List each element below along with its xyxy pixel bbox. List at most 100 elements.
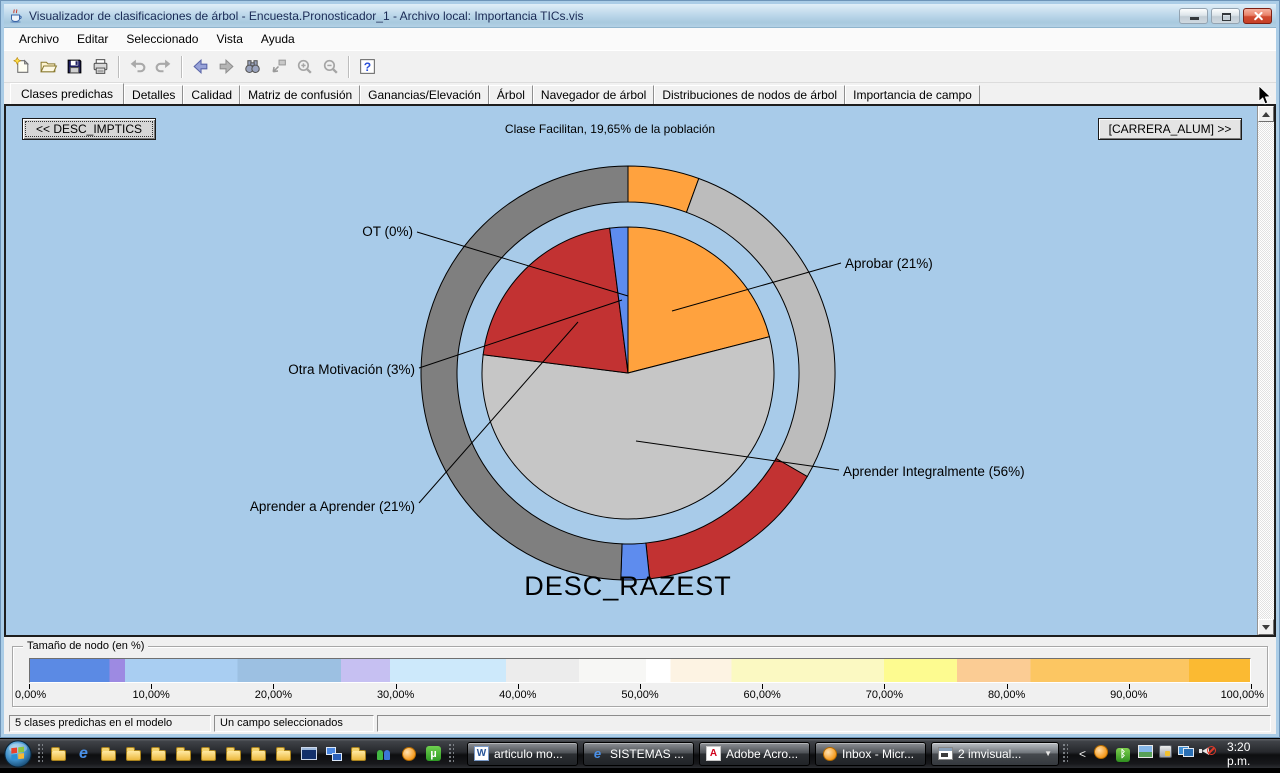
quick-launch-folder-icon[interactable]	[50, 745, 67, 762]
tab-navegador-de-arbol[interactable]: Navegador de árbol	[533, 85, 654, 104]
tab-distribuciones-de-nodos-de-arbol[interactable]: Distribuciones de nodos de árbol	[654, 85, 845, 104]
forward-icon[interactable]	[213, 54, 239, 80]
tray-volume-muted-icon[interactable]	[1200, 743, 1216, 764]
callout-label-otra-motivacion-3: Otra Motivación (3%)	[288, 362, 415, 377]
taskbar-grip[interactable]	[38, 744, 43, 764]
scrollbar-track[interactable]	[1258, 122, 1274, 619]
menu-seleccionado[interactable]: Seleccionado	[117, 28, 207, 50]
title-bar[interactable]: Visualizador de clasificaciones de árbol…	[4, 4, 1276, 28]
undo-icon[interactable]	[124, 54, 150, 80]
toolbar-separator	[118, 56, 119, 78]
triangle-up-icon	[1262, 112, 1270, 117]
menu-vista[interactable]: Vista	[207, 28, 251, 50]
taskbar-button-sistemas[interactable]: eSISTEMAS ...	[583, 742, 694, 766]
svg-text:?: ?	[363, 60, 370, 74]
vertical-scrollbar[interactable]	[1257, 106, 1274, 635]
find-icon[interactable]	[239, 54, 265, 80]
quick-launch-terminal-icon[interactable]	[300, 745, 317, 762]
quick-launch-ie-icon[interactable]: e	[75, 745, 92, 762]
zoom-out-icon[interactable]	[317, 54, 343, 80]
quick-launch-outlook-icon[interactable]	[400, 745, 417, 762]
maximize-button[interactable]	[1211, 8, 1240, 24]
tick-label: 20,00%	[255, 689, 292, 701]
scroll-up-button[interactable]	[1258, 106, 1274, 122]
tab-clases-predichas[interactable]: Clases predichas	[10, 83, 124, 104]
tab-detalles[interactable]: Detalles	[124, 85, 183, 104]
chart-field-label: DESC_RAZEST	[524, 571, 732, 601]
tick-label: 0,00%	[15, 689, 46, 701]
taskbar-button-label: SISTEMAS ...	[610, 747, 687, 761]
tray-reminder-icon[interactable]	[1093, 744, 1109, 764]
outer-ring-segment-0[interactable]	[628, 166, 699, 212]
taskbar-button-inbox-micr[interactable]: Inbox - Micr...	[815, 742, 926, 766]
menu-bar: ArchivoEditarSeleccionadoVistaAyuda	[4, 28, 1276, 50]
tick-label: 100,00%	[1221, 689, 1264, 701]
taskbar-clock: 3:20 p.m.	[1227, 740, 1270, 768]
tray-usb-icon[interactable]	[1159, 745, 1172, 763]
chart-panel: Clase Facilitan, 19,65% de la población …	[4, 104, 1276, 637]
tray-chevron[interactable]: <	[1079, 747, 1086, 761]
quick-launch-folder-icon[interactable]	[225, 745, 242, 762]
node-size-axis: 0,00%10,00%20,00%30,00%40,00%50,00%60,00…	[29, 684, 1251, 704]
tab-importancia-de-campo[interactable]: Importancia de campo	[845, 85, 980, 104]
minimize-button[interactable]	[1179, 8, 1208, 24]
triangle-down-icon	[1262, 625, 1270, 630]
zoom-in-icon[interactable]	[291, 54, 317, 80]
java-app-icon	[8, 8, 24, 24]
taskbar-button-articulo-mo[interactable]: Warticulo mo...	[467, 742, 578, 766]
tray-network-icon[interactable]	[1178, 745, 1194, 763]
notification-area: < ᛒ 3:20 p.m.	[1059, 740, 1280, 768]
quick-launch-folder-icon[interactable]	[200, 745, 217, 762]
taskbar-grip[interactable]	[449, 744, 454, 764]
status-cell-empty	[377, 715, 1271, 732]
callout-label-aprender-integralmente-56: Aprender Integralmente (56%)	[843, 464, 1025, 479]
tick-label: 60,00%	[744, 689, 781, 701]
menu-archivo[interactable]: Archivo	[10, 28, 68, 50]
chevron-down-icon: ▼	[1044, 749, 1052, 758]
node-size-panel: Tamaño de nodo (en %) 0,00%10,00%20,00%3…	[4, 637, 1276, 713]
back-icon[interactable]	[187, 54, 213, 80]
taskbar: e µ Warticulo mo...eSISTEMAS ...AAdobe Ac…	[0, 738, 1280, 768]
quick-launch-folder-icon[interactable]	[100, 745, 117, 762]
quick-launch-folder-icon[interactable]	[175, 745, 192, 762]
start-button[interactable]	[4, 740, 32, 768]
quick-launch-utorrent-icon[interactable]: µ	[425, 745, 442, 762]
quick-launch-folder-icon[interactable]	[150, 745, 167, 762]
node-size-groupbox: Tamaño de nodo (en %) 0,00%10,00%20,00%3…	[12, 646, 1268, 707]
help-icon[interactable]: ?	[354, 54, 380, 80]
tray-bluetooth-icon[interactable]: ᛒ	[1115, 744, 1131, 763]
redo-icon[interactable]	[150, 54, 176, 80]
callout-label-aprobar-21: Aprobar (21%)	[845, 256, 933, 271]
taskbar-button-adobe-acro[interactable]: AAdobe Acro...	[699, 742, 810, 766]
open-icon[interactable]	[35, 54, 61, 80]
quick-launch-folder-icon[interactable]	[250, 745, 267, 762]
close-button[interactable]	[1243, 8, 1272, 24]
new-file-icon[interactable]	[9, 54, 35, 80]
menu-editar[interactable]: Editar	[68, 28, 117, 50]
print-icon[interactable]	[87, 54, 113, 80]
menu-ayuda[interactable]: Ayuda	[252, 28, 304, 50]
quick-launch-folder-icon[interactable]	[125, 745, 142, 762]
tab-ganancias-elevacion[interactable]: Ganancias/Elevación	[360, 85, 489, 104]
taskbar-button-label: Adobe Acro...	[726, 747, 803, 761]
tick-label: 10,00%	[133, 689, 170, 701]
taskbar-button-2-imvisual[interactable]: 2 imvisual...▼	[931, 742, 1059, 766]
scroll-down-button[interactable]	[1258, 619, 1274, 635]
tray-photos-icon[interactable]	[1137, 744, 1153, 764]
quick-launch-messenger-icon[interactable]	[375, 745, 392, 762]
taskbar-grip[interactable]	[1063, 744, 1068, 764]
zoom-window-icon[interactable]	[265, 54, 291, 80]
node-size-gradient-bar	[29, 658, 1251, 683]
tab-arbol[interactable]: Árbol	[489, 85, 533, 104]
tab-strip: Clases predichasDetallesCalidadMatriz de…	[4, 83, 1276, 104]
tab-matriz-de-confusion[interactable]: Matriz de confusión	[240, 85, 360, 104]
quick-launch-switcher-icon[interactable]	[325, 745, 342, 762]
quick-launch-folder-icon[interactable]	[350, 745, 367, 762]
callout-label-ot-0: OT (0%)	[362, 224, 413, 239]
tab-calidad[interactable]: Calidad	[183, 85, 240, 104]
toolbar-separator	[181, 56, 182, 78]
app-window: Visualizador de clasificaciones de árbol…	[0, 0, 1280, 738]
save-icon[interactable]	[61, 54, 87, 80]
quick-launch-folder-icon[interactable]	[275, 745, 292, 762]
status-cell-classes: 5 clases predichas en el modelo	[9, 715, 211, 732]
